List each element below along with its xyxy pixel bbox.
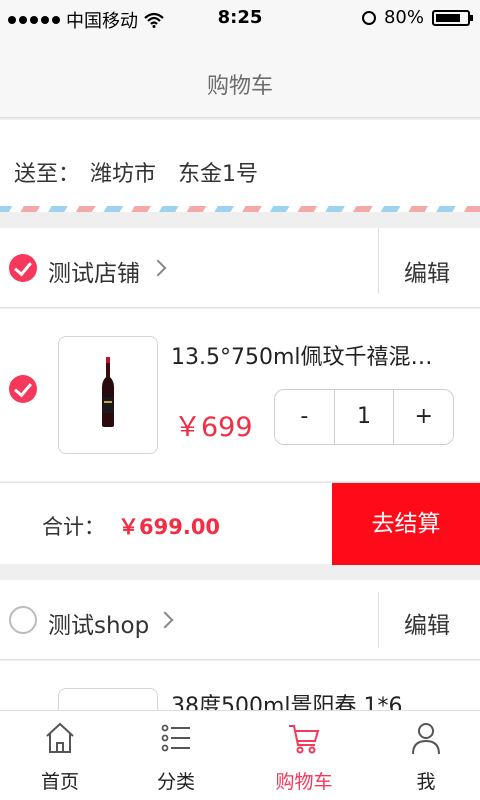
cart-icon	[289, 725, 320, 754]
product-title[interactable]: 13.5°750ml佩玟千禧混…	[171, 339, 433, 371]
product-title[interactable]: 38度500ml景阳春 1*6	[171, 688, 403, 710]
edit-button[interactable]: 编辑	[404, 606, 450, 640]
product-image[interactable]	[58, 336, 158, 454]
store-header: 测试shop 编辑	[0, 580, 480, 660]
chevron-right-icon[interactable]	[149, 259, 167, 277]
store-total-bar: 合计： ￥699.00 去结算	[0, 482, 480, 565]
status-right: 80%	[361, 7, 473, 28]
battery-percent: 80%	[383, 7, 424, 28]
quantity-value[interactable]: 1	[333, 390, 395, 444]
battery-icon	[432, 9, 473, 26]
store-select-checkbox[interactable]	[9, 254, 37, 282]
decrease-button[interactable]: -	[275, 390, 334, 444]
store-name[interactable]: 测试shop	[48, 606, 149, 640]
list-icon	[161, 724, 190, 752]
wine-bottle-icon	[102, 357, 114, 427]
person-icon	[412, 723, 440, 755]
chevron-right-icon[interactable]	[156, 611, 174, 629]
tab-me[interactable]: 我	[366, 711, 480, 800]
page-title: 购物车	[206, 74, 273, 99]
tab-label: 购物车	[275, 771, 333, 793]
cart-item: 13.5°750ml佩玟千禧混… ￥699 - 1 +	[0, 309, 480, 481]
address-label: 送至：	[14, 162, 81, 187]
divider	[378, 592, 379, 648]
edit-button[interactable]: 编辑	[404, 254, 450, 288]
quantity-stepper: - 1 +	[274, 389, 454, 445]
home-icon	[46, 722, 74, 753]
store-header: 测试店铺 编辑	[0, 228, 480, 308]
cart-item: 38度500ml景阳春 1*6	[0, 661, 480, 710]
alarm-icon	[361, 10, 376, 25]
divider	[378, 228, 379, 294]
tab-label: 首页	[40, 771, 79, 793]
store-select-checkbox[interactable]	[9, 606, 37, 634]
checkout-button[interactable]: 去结算	[332, 483, 480, 565]
tab-bar: 首页 分类 购物车 我	[0, 710, 480, 800]
delivery-address[interactable]: 送至： 潍坊市 东金1号	[0, 120, 480, 212]
tab-label: 分类	[156, 771, 195, 793]
status-bar: 中国移动 8:25 80%	[0, 0, 480, 36]
store-name[interactable]: 测试店铺	[48, 254, 140, 288]
increase-button[interactable]: +	[394, 390, 453, 444]
item-select-checkbox[interactable]	[9, 375, 37, 403]
tab-category[interactable]: 分类	[116, 711, 236, 800]
total-label: 合计：	[42, 515, 105, 539]
product-image[interactable]	[58, 688, 158, 710]
product-price: ￥699	[174, 412, 253, 443]
airmail-border	[0, 206, 480, 212]
battery-fill	[436, 13, 460, 22]
total-amount: ￥699.00	[118, 515, 221, 539]
tab-cart[interactable]: 购物车	[244, 711, 364, 800]
tab-home[interactable]: 首页	[0, 711, 120, 800]
address-city: 潍坊市	[90, 162, 157, 187]
nav-bar: 购物车	[0, 36, 480, 118]
address-street: 东金1号	[178, 162, 258, 187]
tab-label: 我	[416, 771, 436, 793]
